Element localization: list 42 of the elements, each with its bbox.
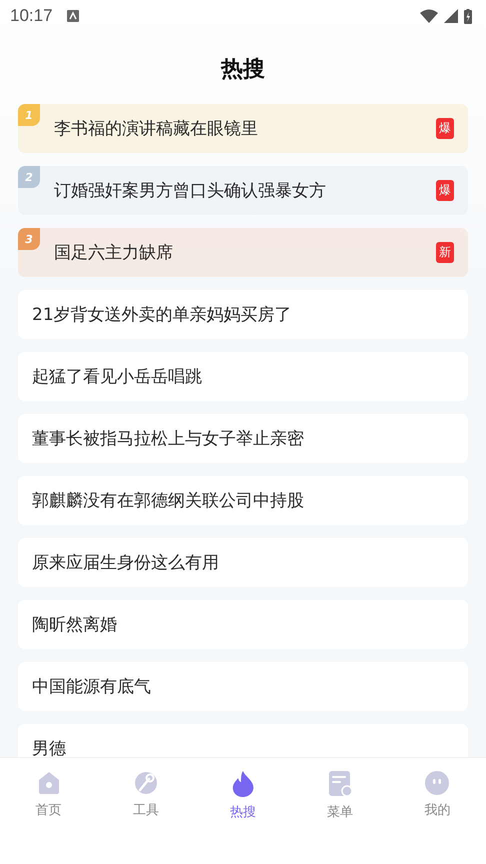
- nav-tab[interactable]: 我的: [388, 770, 486, 819]
- status-time: 10:17: [10, 6, 53, 26]
- hot-search-item[interactable]: 郭麒麟没有在郭德纲关联公司中持股: [18, 476, 468, 525]
- wifi-icon: [420, 9, 438, 23]
- hot-tag: 爆: [436, 118, 454, 139]
- item-title: 国足六主力缺席: [54, 242, 174, 264]
- face-icon: [424, 770, 450, 796]
- hot-search-item[interactable]: 中国能源有底气: [18, 662, 468, 711]
- item-title: 中国能源有底气: [32, 676, 152, 698]
- item-title: 李书福的演讲稿藏在眼镜里: [54, 118, 259, 140]
- item-title: 21岁背女送外卖的单亲妈妈买房了: [32, 304, 293, 326]
- battery-icon: [464, 8, 472, 24]
- hot-search-item[interactable]: 陶昕然离婚: [18, 600, 468, 649]
- hot-search-item[interactable]: 男德: [18, 724, 468, 757]
- page-title: 热搜: [221, 56, 265, 84]
- nav-tab[interactable]: 热搜: [194, 770, 292, 821]
- flame-icon: [230, 770, 256, 798]
- hot-search-item[interactable]: 董事长被指马拉松上与女子举止亲密: [18, 414, 468, 463]
- hot-search-item[interactable]: 1 李书福的演讲稿藏在眼镜里 爆: [18, 104, 468, 153]
- rank-badge: 3: [18, 228, 40, 250]
- rank-badge: 2: [18, 166, 40, 188]
- hot-search-item[interactable]: 21岁背女送外卖的单亲妈妈买房了: [18, 290, 468, 339]
- rank-badge: 1: [18, 104, 40, 126]
- hot-search-item[interactable]: 3 国足六主力缺席 新: [18, 228, 468, 277]
- hot-search-item[interactable]: 起猛了看见小岳岳唱跳: [18, 352, 468, 401]
- item-title: 起猛了看见小岳岳唱跳: [32, 366, 203, 388]
- nav-tab[interactable]: 首页: [0, 770, 98, 819]
- hot-tag: 爆: [436, 180, 454, 201]
- item-title: 原来应届生身份这么有用: [32, 552, 220, 574]
- item-title: 郭麒麟没有在郭德纲关联公司中持股: [32, 490, 305, 512]
- item-title: 订婚强奸案男方曾口头确认强暴女方: [54, 180, 327, 202]
- nav-tab[interactable]: 菜单: [292, 770, 389, 821]
- signal-icon: [444, 9, 458, 23]
- item-title: 男德: [32, 738, 67, 757]
- nav-tab[interactable]: 工具: [97, 770, 194, 819]
- hot-search-item[interactable]: 2 订婚强奸案男方曾口头确认强暴女方 爆: [18, 166, 468, 215]
- hot-search-item[interactable]: 原来应届生身份这么有用: [18, 538, 468, 587]
- notification-icon: [66, 10, 79, 22]
- item-title: 董事长被指马拉松上与女子举止亲密: [32, 428, 305, 450]
- item-title: 陶昕然离婚: [32, 614, 118, 636]
- document-icon: [327, 770, 354, 798]
- hot-tag: 新: [436, 242, 454, 263]
